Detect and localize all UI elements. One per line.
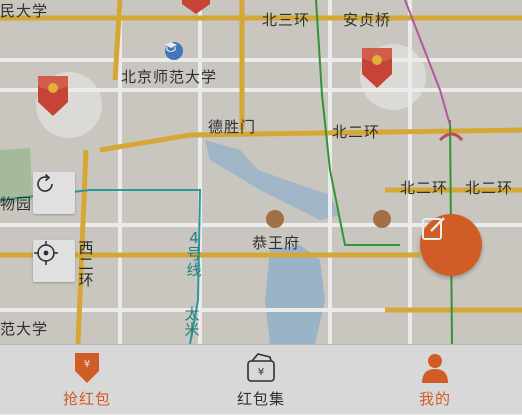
tab-collection-label: 红包集 [236,390,285,408]
red-envelope-marker-3[interactable] [178,0,214,14]
map-label-fan-university: 范大学 [0,320,49,338]
red-envelope-icon [362,48,392,88]
map-roads [0,0,522,344]
user-icon [422,354,448,383]
crosshair-icon [34,241,58,265]
map-label-deshengmen: 德胜门 [208,118,257,136]
map-label-anzhen-bridge: 安贞桥 [343,11,392,29]
landmark-icon-2 [373,210,391,228]
map-label-north-second-ring-2: 北二环 [400,179,449,197]
tab-grab-label: 抢红包 [62,390,111,408]
red-envelope-icon [182,0,210,14]
wallet-icon: ¥ [247,353,275,382]
red-envelope-marker-2[interactable] [360,44,426,110]
map-label-wu-garden: 物园 [0,195,33,213]
tab-red-envelope-collection[interactable]: ¥ 红包集 [174,345,348,415]
map-label-north-second-ring-3: 北二环 [465,179,514,197]
map-label-line-taixi: 太米 [184,305,200,339]
map-label-prince-gong-mansion: 恭王府 [252,234,301,252]
landmark-icon [266,210,284,228]
compose-button[interactable] [420,214,482,276]
map-label-bnu: 北京师范大学 [121,68,218,86]
university-icon [165,42,183,60]
svg-text:¥: ¥ [84,359,90,370]
svg-text:¥: ¥ [258,367,264,378]
map-view[interactable]: 民大学 北三环 安贞桥 北京师范大学 德胜门 北二环 北二环 北二环 物园 恭王… [0,0,522,344]
map-label-west-second-ring: 西二环 [78,239,94,289]
refresh-icon [37,173,53,192]
map-label-north-third-ring: 北三环 [262,11,311,29]
map-label-north-second-ring: 北二环 [332,123,381,141]
map-label-min-university: 民大学 [0,2,49,20]
refresh-button[interactable] [33,172,75,214]
tab-grab-red-envelope[interactable]: ¥ 抢红包 [0,345,174,415]
locate-button[interactable] [33,240,75,282]
bottom-tab-bar: ¥ 抢红包 ¥ 红包集 我的 [0,344,522,415]
tab-mine-label: 我的 [418,390,451,408]
tab-mine[interactable]: 我的 [348,345,522,415]
red-envelope-icon [38,76,68,116]
edit-icon [422,217,445,240]
red-envelope-download-icon: ¥ [75,353,99,383]
map-label-line4: 4号线 [186,229,202,279]
red-envelope-marker[interactable] [36,72,102,138]
